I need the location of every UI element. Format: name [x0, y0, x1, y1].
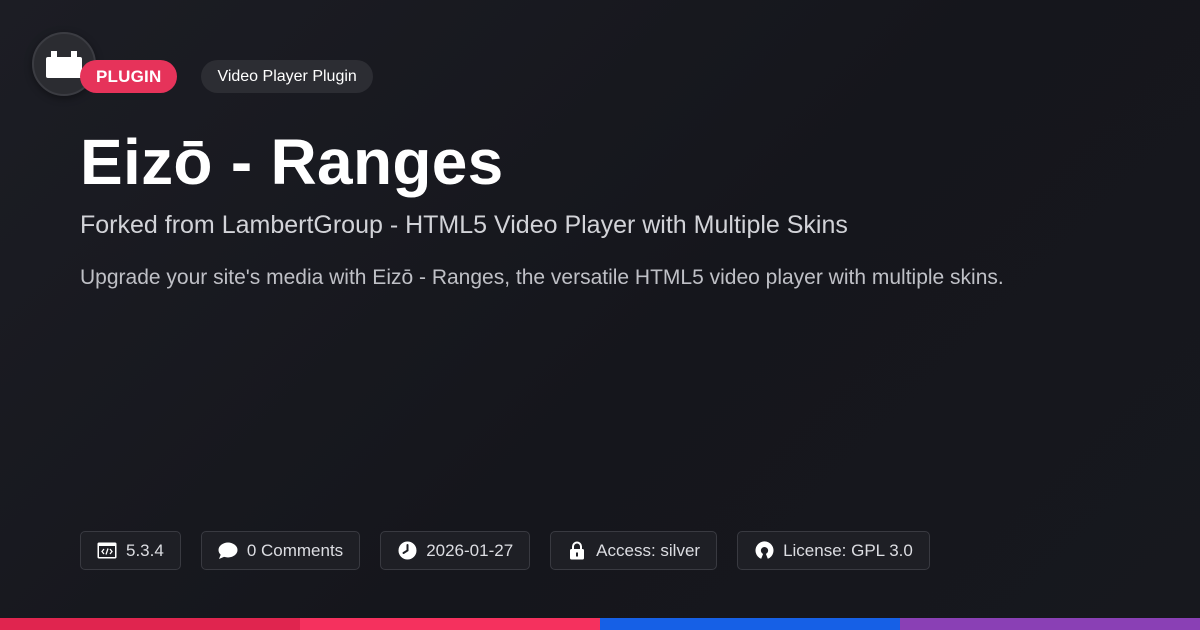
page-description: Upgrade your site's media with Eizō - Ra…: [80, 266, 1004, 289]
open-source-icon: [754, 541, 774, 561]
meta-version: 5.3.4: [80, 531, 181, 570]
page-title: Eizō - Ranges: [80, 126, 504, 198]
stripe-segment-3: [600, 618, 900, 630]
meta-row: 5.3.4 0 Comments 2026-01-27 Access: silv…: [80, 531, 930, 570]
meta-date: 2026-01-27: [380, 531, 531, 570]
plugin-card: PLUGIN Video Player Plugin Eizō - Ranges…: [0, 0, 1200, 630]
category-tag[interactable]: Video Player Plugin: [201, 60, 373, 93]
access-text: Access: silver: [596, 540, 701, 560]
stripe-segment-2: [300, 618, 600, 630]
meta-access: Access: silver: [550, 531, 718, 570]
meta-license: License: GPL 3.0: [737, 531, 930, 570]
plugin-block-icon: [45, 50, 83, 78]
page-subtitle: Forked from LambertGroup - HTML5 Video P…: [80, 211, 848, 239]
plugin-type-badge[interactable]: PLUGIN: [80, 60, 178, 93]
tag-row: PLUGIN Video Player Plugin: [80, 60, 373, 93]
license-text: License: GPL 3.0: [783, 540, 913, 560]
speech-bubble-icon: [218, 541, 238, 561]
code-window-icon: [97, 541, 117, 561]
stripe-segment-4: [900, 618, 1200, 630]
comments-text: 0 Comments: [246, 540, 344, 560]
version-text: 5.3.4: [126, 540, 164, 560]
stripe-segment-1: [0, 618, 300, 630]
lock-icon: [567, 541, 587, 561]
meta-comments[interactable]: 0 Comments: [200, 531, 361, 570]
clock-icon: [397, 541, 417, 561]
date-text: 2026-01-27: [426, 540, 514, 560]
color-stripe: [0, 618, 1200, 630]
